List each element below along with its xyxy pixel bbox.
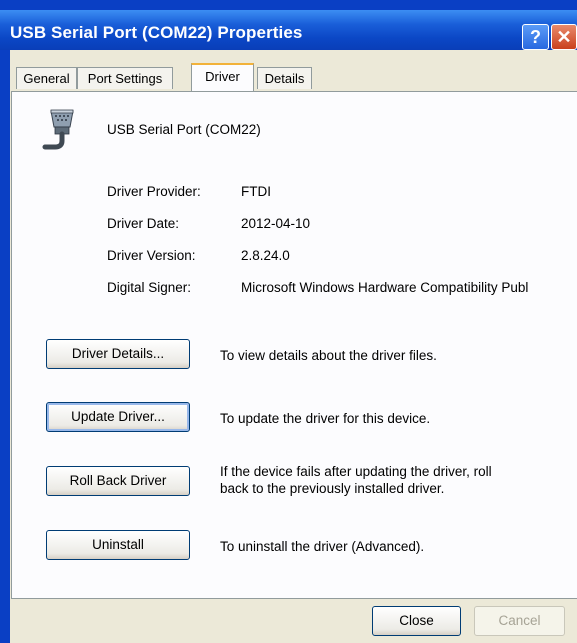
title-bar[interactable]: USB Serial Port (COM22) Properties ? ✕ bbox=[0, 10, 577, 50]
tab-details[interactable]: Details bbox=[257, 67, 312, 89]
roll-back-description-line2: back to the previously installed driver. bbox=[220, 481, 445, 496]
digital-signer-value: Microsoft Windows Hardware Compatibility… bbox=[241, 280, 529, 295]
close-window-button[interactable]: ✕ bbox=[551, 24, 577, 50]
driver-details-button[interactable]: Driver Details... bbox=[46, 339, 190, 369]
driver-date-value: 2012-04-10 bbox=[241, 216, 311, 231]
driver-tab-panel: USB Serial Port (COM22) Driver Provider:… bbox=[11, 91, 577, 599]
driver-provider-value: FTDI bbox=[241, 184, 271, 199]
roll-back-description-line1: If the device fails after updating the d… bbox=[220, 464, 492, 479]
roll-back-driver-button[interactable]: Roll Back Driver bbox=[46, 466, 190, 496]
window-title: USB Serial Port (COM22) Properties bbox=[10, 23, 303, 42]
dialog-client-area: General Port Settings Driver Details USB… bbox=[10, 50, 577, 643]
properties-dialog: USB Serial Port (COM22) Properties ? ✕ G… bbox=[0, 0, 577, 643]
serial-port-connector-icon bbox=[42, 109, 74, 150]
driver-provider-label: Driver Provider: bbox=[107, 184, 201, 199]
driver-version-label: Driver Version: bbox=[107, 248, 196, 263]
uninstall-description: To uninstall the driver (Advanced). bbox=[220, 539, 425, 554]
cancel-button[interactable]: Cancel bbox=[474, 606, 565, 636]
uninstall-button[interactable]: Uninstall bbox=[46, 530, 190, 560]
update-driver-button[interactable]: Update Driver... bbox=[46, 402, 190, 432]
device-name: USB Serial Port (COM22) bbox=[107, 122, 261, 137]
driver-version-value: 2.8.24.0 bbox=[241, 248, 290, 263]
close-button[interactable]: Close bbox=[372, 606, 461, 636]
driver-details-description: To view details about the driver files. bbox=[220, 348, 437, 363]
tab-port-settings[interactable]: Port Settings bbox=[77, 67, 173, 89]
help-button[interactable]: ? bbox=[522, 24, 549, 50]
tab-driver[interactable]: Driver bbox=[191, 63, 254, 91]
driver-date-label: Driver Date: bbox=[107, 216, 180, 231]
tab-general[interactable]: General bbox=[16, 67, 77, 89]
update-driver-description: To update the driver for this device. bbox=[220, 411, 431, 426]
tab-strip: General Port Settings Driver Details bbox=[10, 63, 577, 91]
digital-signer-label: Digital Signer: bbox=[107, 280, 192, 295]
